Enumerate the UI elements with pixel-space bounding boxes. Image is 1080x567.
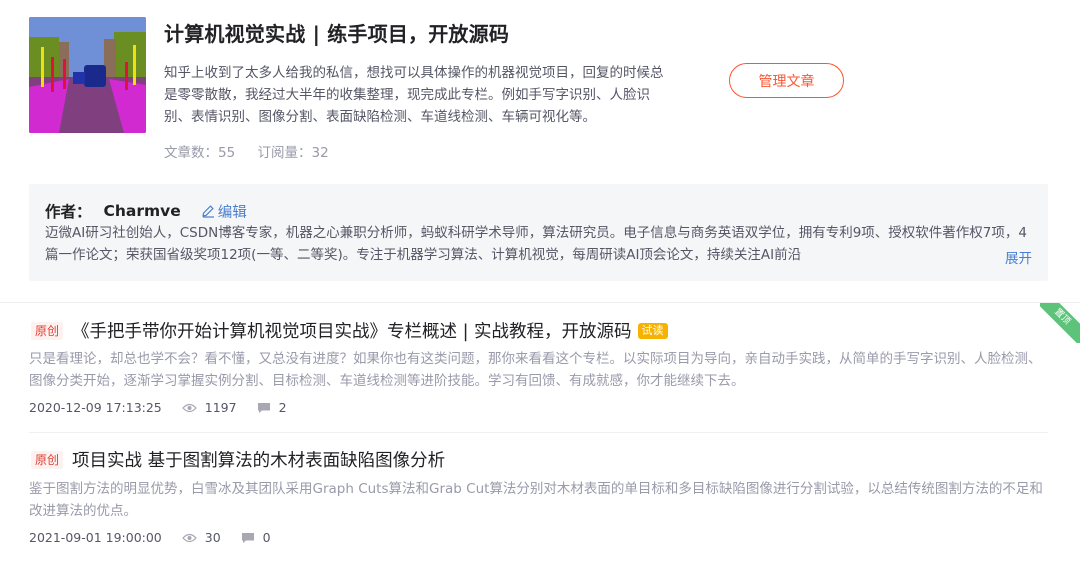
pencil-icon xyxy=(202,205,214,218)
article-date: 2021-09-01 19:00:00 xyxy=(29,530,162,545)
comment-icon xyxy=(241,532,254,543)
column-description: 知乎上收到了太多人给我的私信，想找可以具体操作的机器视觉项目，回复的时候总是零零… xyxy=(164,65,664,125)
articles-count: 文章数：55 xyxy=(164,145,236,161)
original-tag: 原创 xyxy=(31,321,64,340)
comments-stat: 0 xyxy=(241,530,271,545)
author-bio-text: 迈微AI研习社创始人，CSDN博客专家，机器之心兼职分析师，蚂蚁科研学术导师，算… xyxy=(45,225,1027,263)
article-description: 只是看理论，却总也学不会？看不懂，又总没有进度？如果你也有这类问题，那你来看看这… xyxy=(29,351,1042,389)
article-meta: 2020-12-09 17:13:25 1197 2 xyxy=(29,400,307,415)
manage-articles-button[interactable]: 管理文章 xyxy=(729,63,844,98)
views-count: 30 xyxy=(204,530,221,545)
author-info-box: 作者： Charmve 编辑 迈微AI研习社创始人，CSDN博客专家，机器之心兼… xyxy=(29,184,1048,281)
article-title[interactable]: 项目实战 基于图割算法的木材表面缺陷图像分析 xyxy=(72,447,445,472)
article-item[interactable]: 原创 项目实战 基于图割算法的木材表面缺陷图像分析 鉴于图割方法的明显优势，白雪… xyxy=(0,433,1080,567)
column-header: 计算机视觉实战 | 练手项目，开放源码 知乎上收到了太多人给我的私信，想找可以具… xyxy=(0,0,1080,300)
article-title-row: 原创 项目实战 基于图割算法的木材表面缺陷图像分析 xyxy=(31,447,445,472)
eye-icon xyxy=(181,403,197,412)
views-stat: 30 xyxy=(181,530,221,545)
trial-tag: 试读 xyxy=(637,322,668,339)
column-cover-image[interactable] xyxy=(29,17,146,133)
article-item[interactable]: 原创 《手把手带你开始计算机视觉项目实战》专栏概述 | 实战教程，开放源码 试读… xyxy=(0,303,1080,433)
author-bio: 迈微AI研习社创始人，CSDN博客专家，机器之心兼职分析师，蚂蚁科研学术导师，算… xyxy=(45,222,1035,266)
comments-count: 0 xyxy=(262,530,271,545)
pinned-badge: 置顶 xyxy=(1040,303,1080,343)
article-date: 2020-12-09 17:13:25 xyxy=(29,400,162,415)
original-tag: 原创 xyxy=(31,450,64,469)
column-title[interactable]: 计算机视觉实战 | 练手项目，开放源码 xyxy=(164,18,509,47)
article-title[interactable]: 《手把手带你开始计算机视觉项目实战》专栏概述 | 实战教程，开放源码 xyxy=(72,318,632,343)
column-stats: 文章数：55 订阅量：32 xyxy=(164,141,347,161)
expand-bio-link[interactable]: 展开 xyxy=(975,247,1032,267)
edit-label: 编辑 xyxy=(217,204,247,221)
views-stat: 1197 xyxy=(181,400,237,415)
comments-stat: 2 xyxy=(257,400,287,415)
pinned-badge-text: 置顶 xyxy=(1040,303,1080,343)
edit-author-link[interactable]: 编辑 xyxy=(201,201,247,222)
views-count: 1197 xyxy=(204,400,237,415)
author-name[interactable]: Charmve xyxy=(104,202,181,220)
subscribers-count: 订阅量：32 xyxy=(257,145,329,161)
article-title-row: 原创 《手把手带你开始计算机视觉项目实战》专栏概述 | 实战教程，开放源码 试读 xyxy=(31,318,668,343)
comments-count: 2 xyxy=(278,400,287,415)
article-meta: 2021-09-01 19:00:00 30 0 xyxy=(29,530,291,545)
author-label: 作者： xyxy=(45,203,92,221)
comment-icon xyxy=(257,402,270,413)
article-description: 鉴于图割方法的明显优势，白雪冰及其团队采用Graph Cuts算法和Grab C… xyxy=(29,481,1043,519)
author-line: 作者： Charmve 编辑 xyxy=(45,200,247,222)
eye-icon xyxy=(181,533,197,542)
